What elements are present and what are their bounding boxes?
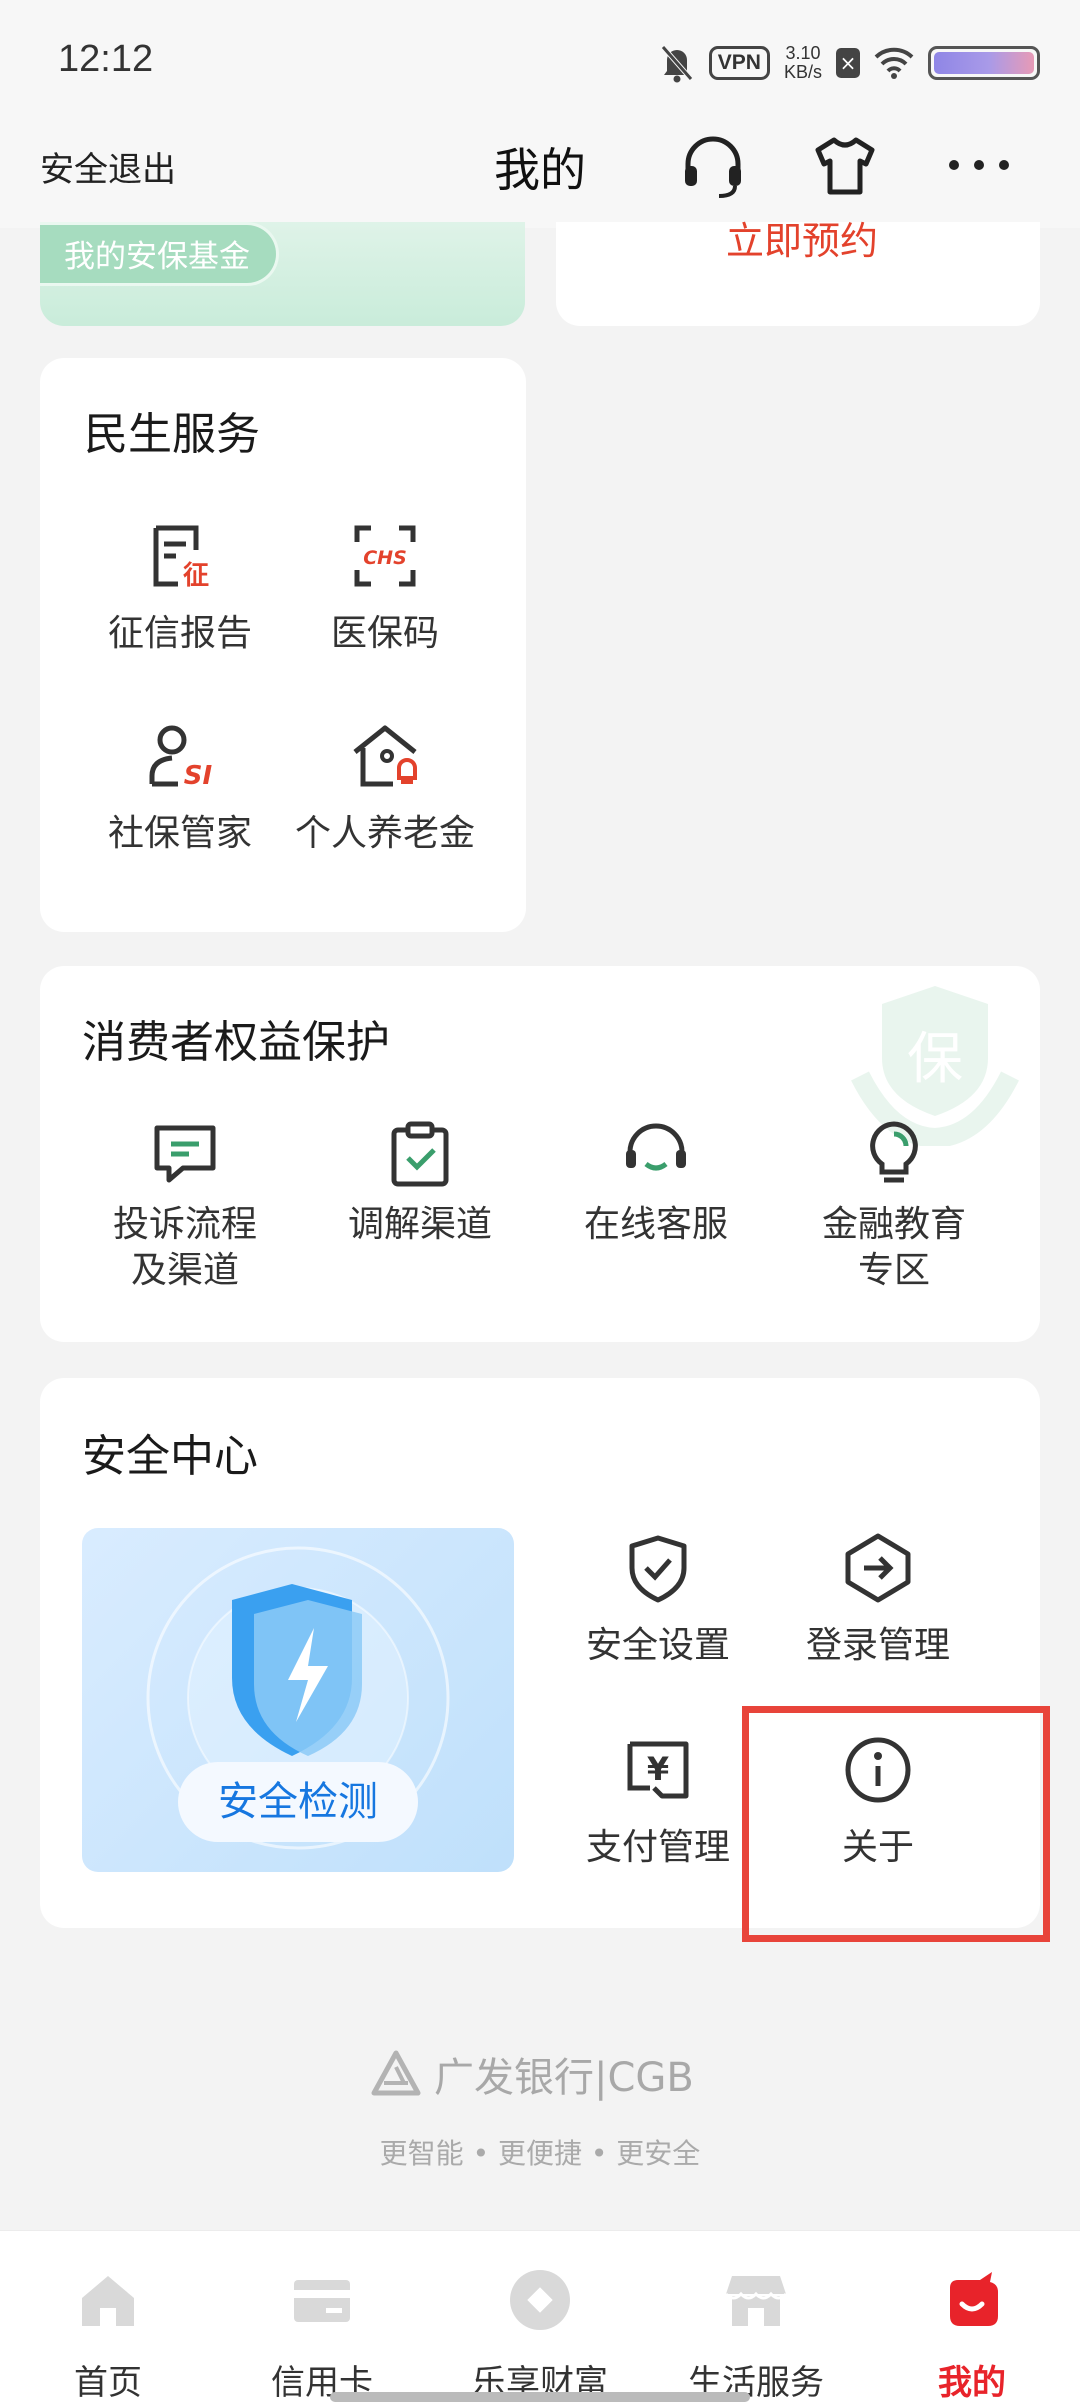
page-title: 我的 <box>494 143 586 197</box>
online-service-icon <box>626 1123 686 1171</box>
nav-wealth[interactable]: 乐享财富 <box>450 2268 630 2404</box>
svg-text:SI: SI <box>184 761 213 791</box>
appointment-link[interactable]: 立即预约 <box>726 210 878 265</box>
yuan-icon: ¥ <box>627 1741 689 1799</box>
credit-report-label: 征信报告 <box>107 613 252 654</box>
finance-education-line2: 专区 <box>857 1250 930 1291</box>
network-speed: 3.10 KB/s <box>784 44 822 82</box>
medical-insurance-code-label: 医保码 <box>330 613 439 654</box>
status-icons: VPN 3.10 KB/s × <box>659 40 1040 86</box>
credit-report-item[interactable]: 征 征信报告 <box>80 520 280 656</box>
headset-icon[interactable] <box>678 130 748 200</box>
svg-text:征: 征 <box>183 561 209 591</box>
wifi-icon <box>874 47 914 79</box>
nav-my[interactable]: 我的 <box>882 2268 1062 2404</box>
security-settings-item[interactable]: 安全设置 <box>558 1532 758 1668</box>
my-icon <box>950 2272 998 2326</box>
nav-home-label: 首页 <box>74 2363 142 2403</box>
online-service-item[interactable]: 在线客服 <box>556 1118 756 1248</box>
payment-management-label: 支付管理 <box>585 1827 730 1868</box>
pension-item[interactable]: 个人养老金 <box>275 720 495 856</box>
footer-slogan: 更智能 • 更便捷 • 更安全 <box>379 2137 701 2170</box>
social-security-item[interactable]: SI 社保管家 <box>80 720 280 856</box>
safety-fund-label: 我的安保基金 <box>40 222 279 286</box>
finance-education-item[interactable]: 金融教育 专区 <box>794 1118 994 1294</box>
online-service-label: 在线客服 <box>583 1204 728 1245</box>
home-icon <box>82 2276 134 2326</box>
payment-management-item[interactable]: ¥ 支付管理 <box>558 1734 758 1870</box>
more-icon[interactable] <box>944 130 1014 200</box>
finance-education-line1: 金融教育 <box>821 1204 966 1245</box>
about-highlight-box <box>742 1706 1050 1942</box>
speed-value: 3.10 <box>785 43 821 63</box>
login-icon <box>845 1533 911 1603</box>
mediation-channel-item[interactable]: 调解渠道 <box>320 1118 520 1248</box>
login-management-label: 登录管理 <box>805 1625 950 1666</box>
pension-icon <box>353 725 417 787</box>
complaint-process-item[interactable]: 投诉流程 及渠道 <box>85 1118 285 1294</box>
nav-home[interactable]: 首页 <box>18 2268 198 2404</box>
login-management-item[interactable]: 登录管理 <box>778 1532 978 1668</box>
tshirt-icon[interactable] <box>810 130 880 200</box>
security-check-button[interactable]: 安全检测 <box>178 1762 418 1842</box>
livelihood-title: 民生服务 <box>84 409 260 460</box>
complaint-label-line2: 及渠道 <box>130 1250 239 1291</box>
svg-text:¥: ¥ <box>647 1750 669 1788</box>
mute-bell-icon <box>660 45 693 83</box>
speed-unit: KB/s <box>783 62 822 82</box>
consumer-protection-title: 消费者权益保护 <box>82 1017 390 1068</box>
shield-check-icon <box>629 1535 687 1603</box>
store-icon <box>724 2276 788 2326</box>
security-settings-label: 安全设置 <box>585 1625 730 1666</box>
vpn-badge: VPN <box>708 46 770 80</box>
mediation-label: 调解渠道 <box>347 1204 492 1245</box>
credit-card-icon <box>294 2280 350 2322</box>
medical-insurance-code-icon: CHS <box>354 525 416 587</box>
nav-life-service[interactable]: 生活服务 <box>666 2268 846 2404</box>
svg-text:CHS: CHS <box>363 547 407 569</box>
wealth-icon <box>510 2270 570 2330</box>
pension-label: 个人养老金 <box>294 813 475 854</box>
cgb-logo: 广发银行|CGB <box>370 2044 710 2104</box>
nav-my-label: 我的 <box>938 2363 1006 2403</box>
mediation-icon <box>391 1121 449 1187</box>
cgb-logo-text: 广发银行|CGB <box>434 2055 694 2101</box>
status-time: 12:12 <box>58 38 154 80</box>
social-security-icon: SI <box>149 725 213 791</box>
svg-text:保: 保 <box>907 1027 963 1092</box>
nav-credit-card[interactable]: 信用卡 <box>232 2268 412 2404</box>
home-indicator[interactable] <box>330 2392 750 2402</box>
finance-education-icon <box>870 1121 918 1183</box>
battery-icon <box>928 46 1040 80</box>
medical-insurance-code-item[interactable]: CHS 医保码 <box>285 520 485 656</box>
cgb-logo-icon <box>371 2050 421 2096</box>
security-check-banner[interactable]: 安全检测 <box>82 1528 514 1872</box>
complaint-label-line1: 投诉流程 <box>112 1204 257 1245</box>
social-security-label: 社保管家 <box>107 813 252 854</box>
credit-report-icon: 征 <box>153 525 209 591</box>
security-center-title: 安全中心 <box>82 1431 258 1482</box>
no-sim-icon: × <box>836 48 860 78</box>
complaint-icon <box>154 1125 216 1183</box>
